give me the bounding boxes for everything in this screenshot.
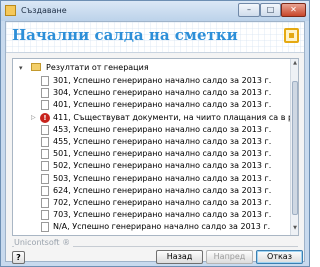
tree-item-label: 411, Съществуват документи, на чиито пла… [53,112,290,122]
tree-item[interactable]: N/A, Успешно генерирано начално салдо за… [41,221,290,233]
tree-item-label: 501, Успешно генерирано начално салдо за… [53,149,272,159]
error-icon: ! [40,112,50,123]
app-icon [5,5,16,16]
wizard-header: Начални салда на сметки [6,22,304,53]
window-title: Създаване [21,6,67,15]
tree-item[interactable]: 401, Успешно генерирано начално салдо за… [41,99,290,111]
results-tree[interactable]: ▾ Резултати от генерация 301, Успешно ге… [12,58,299,236]
panel-icon [284,28,299,43]
expand-arrow-icon[interactable]: ▷ [31,114,36,121]
tree-item-label: 401, Успешно генерирано начално салдо за… [53,100,272,110]
tree-item[interactable]: 301, Успешно генерирано начално салдо за… [41,75,290,87]
tree-item-label: 304, Успешно генерирано начално салдо за… [53,88,272,98]
document-icon [41,185,49,196]
close-button[interactable]: ✕ [281,3,306,17]
document-icon [41,100,49,111]
title-bar[interactable]: Създаване – □ ✕ [1,1,309,21]
tree-item-label: 453, Успешно генерирано начално салдо за… [53,124,272,134]
scrollbar-thumb[interactable] [292,81,298,215]
tree-item-label: 702, Успешно генерирано начално салдо за… [53,198,272,207]
tree-item[interactable]: 624, Успешно генерирано начално салдо за… [41,185,290,197]
document-icon [41,161,49,172]
tree-item[interactable]: 703, Успешно генерирано начално салдо за… [41,209,290,221]
document-icon [41,76,49,86]
document-icon [41,149,49,160]
help-button[interactable]: ? [12,251,25,264]
next-button[interactable]: Напред [206,250,253,264]
brand-label: Unicontsoft ® [14,238,74,247]
document-icon [41,173,49,184]
tree-item[interactable]: 455, Успешно генерирано начално салдо за… [41,136,290,148]
back-button[interactable]: Назад [156,250,203,264]
tree-item-label: N/A, Успешно генерирано начално салдо за… [53,222,271,232]
scroll-up-arrow-icon[interactable]: ▲ [291,60,298,69]
tree-item-label: 624, Успешно генерирано начално салдо за… [53,185,272,195]
vertical-scrollbar[interactable]: ▲ ▼ [290,59,298,235]
document-icon [41,124,49,135]
minimize-button[interactable]: – [238,3,260,17]
document-icon [41,137,49,147]
page-title: Начални салда на сметки [12,26,238,44]
scroll-down-arrow-icon[interactable]: ▼ [291,225,298,234]
document-icon [41,222,49,233]
document-icon [41,198,49,208]
tree-item[interactable]: 702, Успешно генерирано начално салдо за… [41,197,290,209]
document-icon [41,88,49,99]
tree-item[interactable]: 503, Успешно генерирано начално салдо за… [41,173,290,185]
tree-item[interactable]: 453, Успешно генерирано начално салдо за… [41,124,290,136]
folder-icon [31,63,41,71]
dialog-body: Начални салда на сметки ▾ Резултати от г… [5,21,305,264]
tree-item-label: 301, Успешно генерирано начално салдо за… [53,76,272,85]
tree-item-label: 503, Успешно генерирано начално салдо за… [53,173,272,183]
tree-item-label: 502, Успешно генерирано начално салдо за… [53,161,272,171]
dialog-window: Създаване – □ ✕ Начални салда на сметки … [0,0,310,267]
tree-item[interactable]: 502, Успешно генерирано начално салдо за… [41,160,290,172]
collapse-arrow-icon[interactable]: ▾ [19,64,23,72]
tree-item[interactable]: 304, Успешно генерирано начално салдо за… [41,87,290,99]
tree-root-label: Резултати от генерация [46,63,149,72]
tree-item[interactable]: 501, Успешно генерирано начално салдо за… [41,148,290,160]
tree-item-label: 703, Успешно генерирано начално салдо за… [53,210,272,220]
tree-item-label: 455, Успешно генерирано начално салдо за… [53,137,272,146]
document-icon [41,210,49,221]
tree-item[interactable]: ▷! 411, Съществуват документи, на чиито п… [31,112,290,124]
cancel-button[interactable]: Отказ [256,250,303,264]
maximize-button[interactable]: □ [260,3,281,17]
tree-viewport: ▾ Резултати от генерация 301, Успешно ге… [13,59,290,235]
